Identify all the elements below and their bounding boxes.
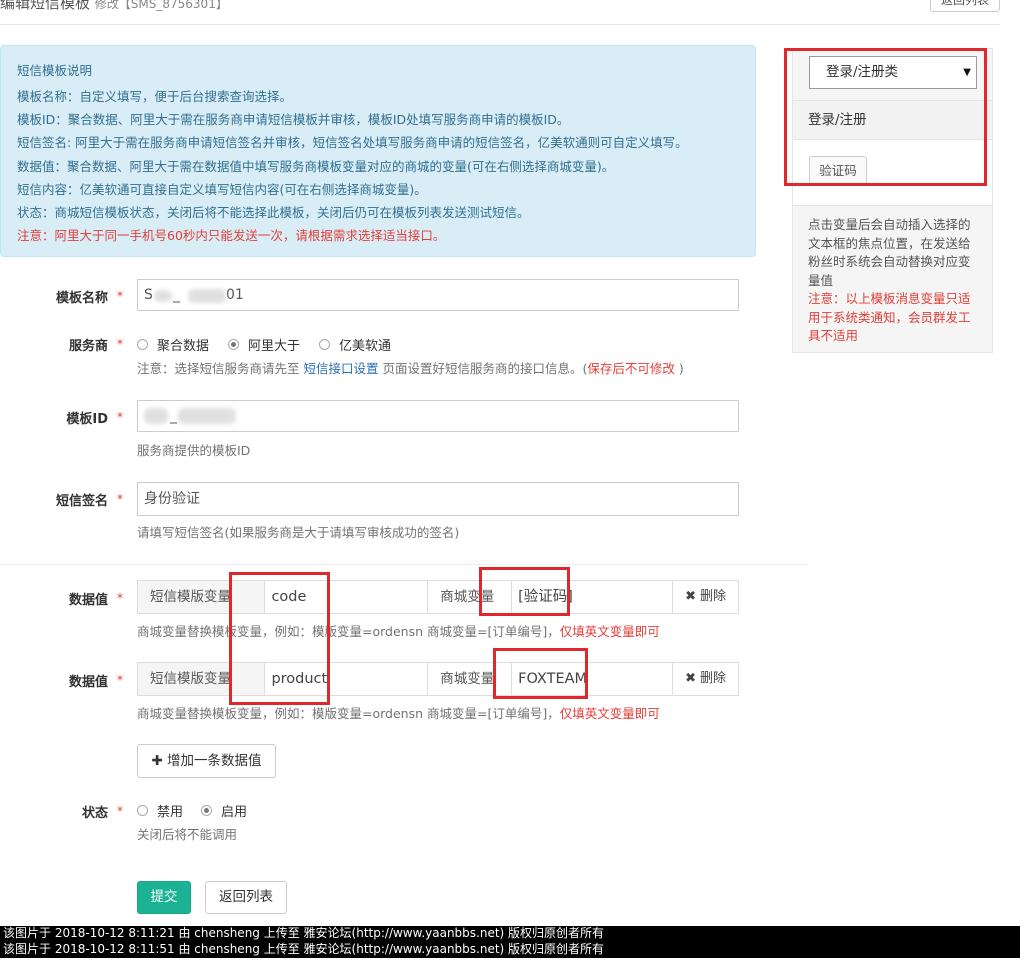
sms-settings-link[interactable]: 短信接口设置 — [304, 361, 379, 376]
info-line-id: 模板ID：聚合数据、阿里大于需在服务商申请短信模板并审核，模板ID处填写服务商申… — [17, 112, 570, 128]
radio-selected-icon — [228, 339, 239, 350]
required-mark: * — [117, 289, 123, 303]
data-value-row-2: 短信模版变量 product 商城变量 FOXTEAM ✖ 删除 — [137, 662, 739, 696]
provider-radio-alidayu[interactable]: 阿里大于 — [228, 335, 300, 354]
data-value-help: 商城变量替换模板变量，例如：模版变量=ordensn 商城变量=[订单编号]，仅… — [137, 706, 660, 721]
data-value-label: 数据值 — [68, 593, 108, 608]
info-line-status: 状态：商城短信模板状态，关闭后将不能选择此模板，关闭后仍可在模板列表发送测试短信… — [17, 205, 530, 221]
page-subtitle: 修改【SMS_8756301】 — [94, 0, 228, 11]
info-line-signature: 短信签名: 阿里大于需在服务商申请短信签名并审核，短信签名处填写服务商申请的短信… — [17, 135, 688, 151]
status-help: 关闭后将不能调用 — [137, 827, 238, 842]
page-header: 编辑短信模板 修改【SMS_8756301】 返回列表 — [0, 0, 1000, 25]
signature-label: 短信签名 — [55, 494, 108, 509]
back-to-list-button-top[interactable]: 返回列表 — [930, 0, 1000, 12]
plus-icon: ✚ — [151, 753, 163, 769]
required-mark: * — [117, 492, 123, 506]
redacted-blur — [188, 289, 226, 303]
redacted-blur — [154, 290, 172, 302]
signature-help: 请填写短信签名(如果服务商是大于请填写审核成功的签名) — [137, 525, 460, 540]
radio-circle-icon — [137, 339, 148, 350]
radio-selected-icon — [201, 805, 212, 816]
redacted-blur — [144, 408, 168, 424]
info-warning: 注意：阿里大于同一手机号60秒内只能发送一次，请根据需求选择适当接口。 — [17, 228, 446, 244]
signature-input[interactable]: 身份验证 — [137, 482, 739, 516]
status-label: 状态 — [81, 806, 108, 821]
required-mark: * — [117, 410, 123, 424]
template-id-label: 模板ID — [66, 412, 108, 427]
annotation-box-sidebar — [784, 48, 987, 186]
template-id-input[interactable]: _ — [137, 400, 739, 432]
delete-data-value-button[interactable]: ✖ 删除 — [673, 663, 738, 695]
required-mark: * — [117, 673, 123, 687]
provider-help: 注意：选择短信服务商请先至 短信接口设置 页面设置好短信服务商的接口信息。(保存… — [137, 361, 684, 376]
info-line-data: 数据值：聚合数据、阿里大于需在数据值中填写服务商模板变量对应的商城的变量(可在右… — [17, 158, 615, 174]
template-info-panel: 短信模板说明 模板名称：自定义填写，便于后台搜索查询选择。 模板ID：聚合数据、… — [0, 45, 756, 257]
section-divider — [0, 564, 808, 565]
page-title: 编辑短信模板 修改【SMS_8756301】 — [0, 0, 228, 13]
status-radio-disabled[interactable]: 禁用 — [137, 801, 183, 820]
back-to-list-button[interactable]: 返回列表 — [205, 881, 287, 914]
data-value-help: 商城变量替换模板变量，例如：模版变量=ordensn 商城变量=[订单编号]，仅… — [137, 624, 660, 639]
data-value-row-1: 短信模版变量 code 商城变量 [验证码] ✖ 删除 — [137, 580, 739, 614]
template-name-input[interactable]: S _ 01 — [137, 279, 739, 311]
data-value-label: 数据值 — [68, 675, 108, 690]
info-line-content: 短信内容：亿美软通可直接自定义填写短信内容(可在右侧选择商城变量)。 — [17, 181, 427, 197]
provider-radio-yimei[interactable]: 亿美软通 — [319, 335, 391, 354]
info-heading: 短信模板说明 — [17, 63, 93, 78]
required-mark: * — [117, 337, 123, 351]
radio-circle-icon — [137, 805, 148, 816]
add-data-value-button[interactable]: ✚ 增加一条数据值 — [137, 744, 276, 778]
provider-label: 服务商 — [68, 339, 108, 354]
close-icon: ✖ — [685, 671, 696, 686]
status-radio-enabled[interactable]: 启用 — [201, 801, 247, 820]
required-mark: * — [117, 804, 123, 818]
annotation-box-mall-var-1 — [479, 567, 570, 616]
close-icon: ✖ — [685, 589, 696, 604]
upload-watermark: 该图片于 2018-10-12 8:11:21 由 chensheng 上传至 … — [0, 926, 1020, 958]
info-line-name: 模板名称：自定义填写，便于后台搜索查询选择。 — [17, 89, 293, 104]
submit-button[interactable]: 提交 — [137, 881, 191, 914]
required-mark: * — [117, 591, 123, 605]
radio-circle-icon — [319, 339, 330, 350]
sidebar-note: 点击变量后会自动插入选择的文本框的焦点位置，在发送给粉丝时系统会自动替换对应变量… — [808, 217, 971, 343]
redacted-blur — [178, 408, 236, 424]
template-name-label: 模板名称 — [55, 291, 108, 306]
template-id-help: 服务商提供的模板ID — [137, 443, 251, 458]
delete-data-value-button[interactable]: ✖ 删除 — [673, 581, 738, 613]
annotation-box-template-vars — [229, 572, 330, 705]
provider-radio-juhe[interactable]: 聚合数据 — [137, 335, 209, 354]
annotation-box-mall-var-2 — [493, 648, 588, 699]
